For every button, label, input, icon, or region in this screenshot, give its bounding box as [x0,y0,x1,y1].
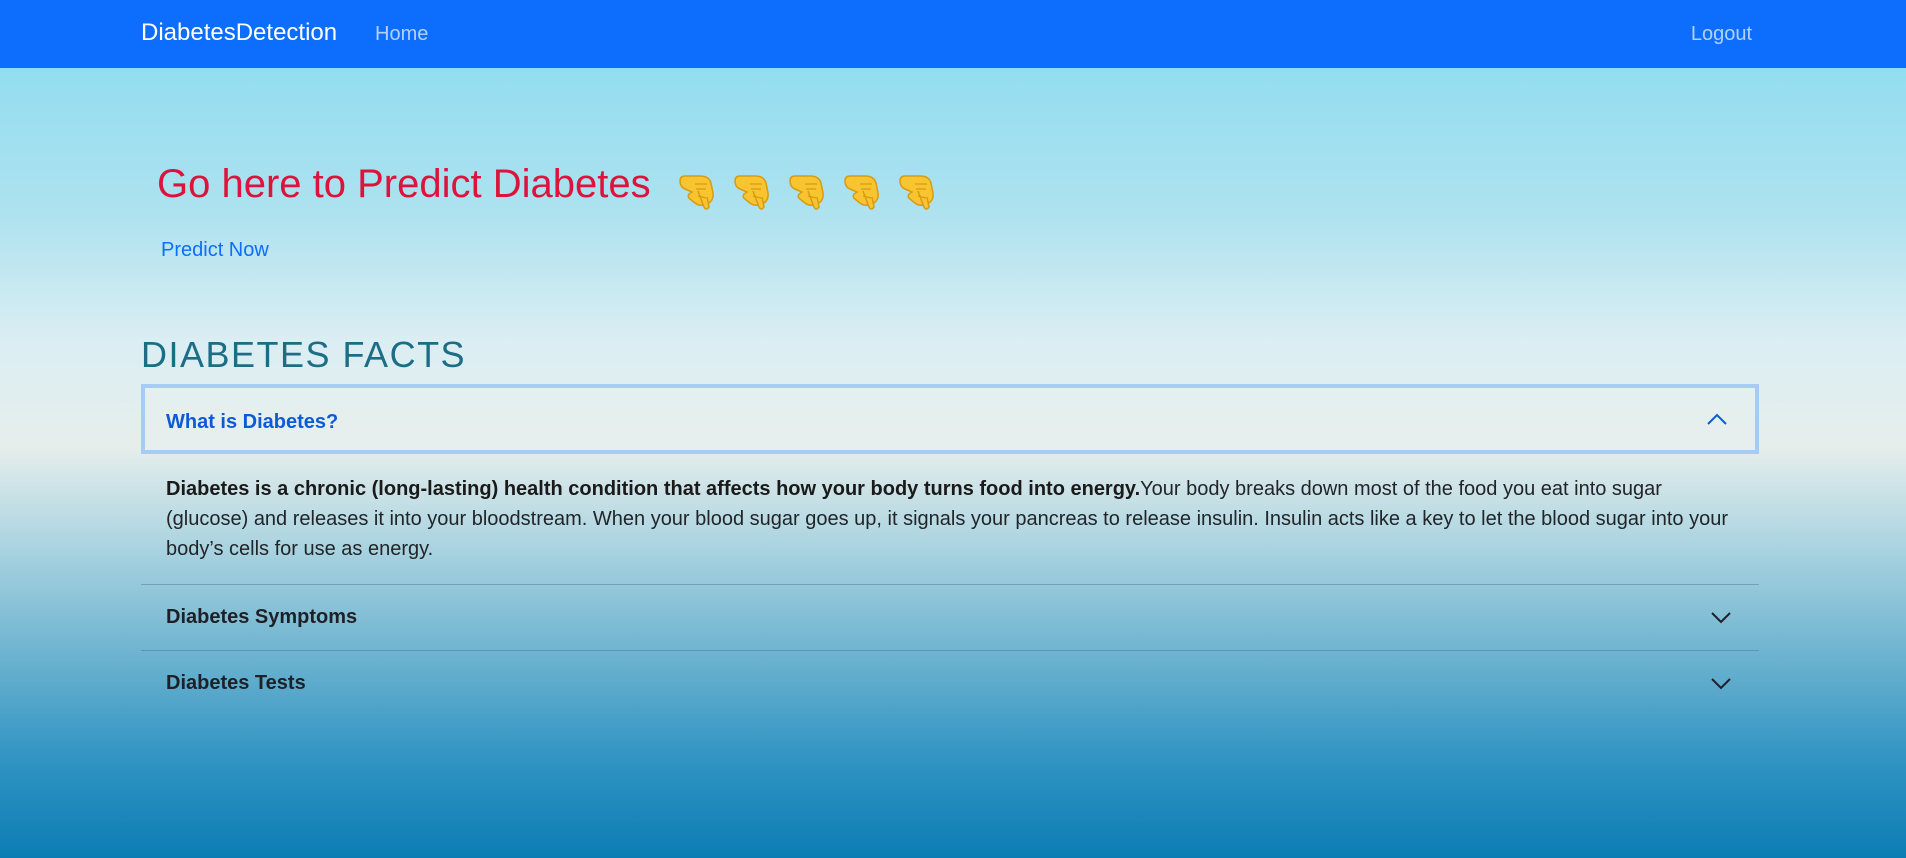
pointing-down-hand-icon [788,174,824,210]
accordion-header-what-is-diabetes[interactable]: What is Diabetes? [141,384,1759,454]
accordion-header-diabetes-tests[interactable]: Diabetes Tests [141,651,1759,716]
facts-title: DIABETES FACTS [141,334,467,375]
hero-title: Go here to Predict Diabetes [157,160,951,211]
pointing-down-hand-icon [733,174,769,210]
accordion-body-what-is-diabetes: Diabetes is a chronic (long-lasting) hea… [141,454,1759,585]
accordion-label: What is Diabetes? [166,411,339,433]
accordion-label: Diabetes Symptoms [166,606,358,628]
brand-link[interactable]: DiabetesDetection [141,19,337,47]
nav-logout-link[interactable]: Logout [1691,22,1752,46]
pointing-down-hand-icon [843,174,879,210]
hand-emoji-row [676,162,951,210]
accordion-label: Diabetes Tests [166,672,306,694]
top-navbar: DiabetesDetection Home Logout [0,0,1906,68]
chevron-down-icon [1711,612,1731,624]
predict-now-link[interactable]: Predict Now [161,238,269,262]
pointing-down-hand-icon [898,174,934,210]
pointing-down-hand-icon [678,174,714,210]
nav-home-link[interactable]: Home [375,22,428,46]
hero-title-text: Go here to Predict Diabetes [157,162,651,206]
accordion-body-bold: Diabetes is a chronic (long-lasting) hea… [166,478,1141,500]
accordion-header-diabetes-symptoms[interactable]: Diabetes Symptoms [141,585,1759,651]
chevron-down-icon [1711,678,1731,690]
chevron-up-icon [1707,413,1727,425]
facts-accordion: What is Diabetes? Diabetes is a chronic … [141,384,1759,716]
